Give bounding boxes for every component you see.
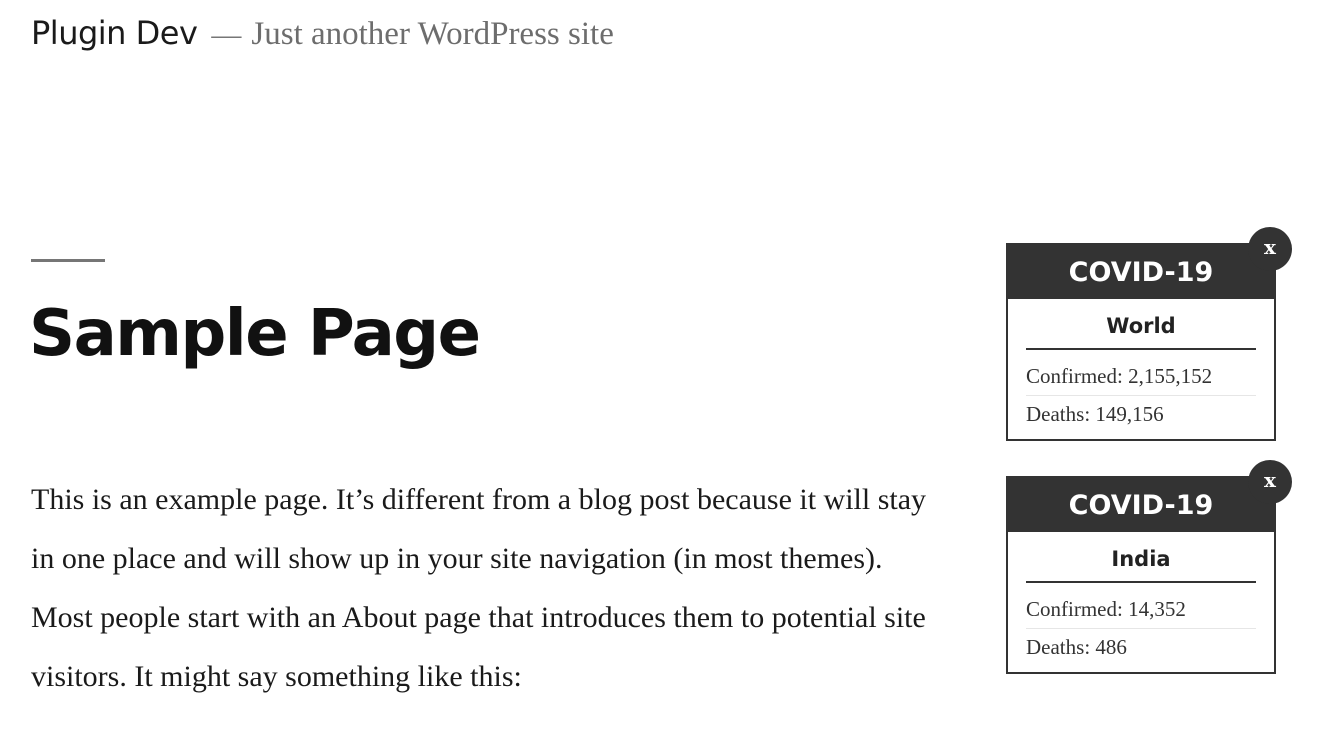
widget-region-title: World (1026, 299, 1256, 350)
title-divider (31, 259, 105, 262)
widget-body: India Confirmed: 14,352 Deaths: 486 (1008, 532, 1274, 672)
confirmed-count: Confirmed: 14,352 (1026, 591, 1256, 629)
widget-body: World Confirmed: 2,155,152 Deaths: 149,1… (1008, 299, 1274, 439)
page-content-paragraph: This is an example page. It’s different … (31, 483, 927, 693)
widget-header: COVID-19 (1008, 245, 1274, 299)
site-description: Just another WordPress site (251, 16, 614, 52)
site-title-separator: — (211, 18, 242, 51)
widget-region-title: India (1026, 532, 1256, 583)
covid-widget-india: COVID-19 India Confirmed: 14,352 Deaths:… (1006, 476, 1276, 674)
close-india-widget-button[interactable]: x (1248, 460, 1292, 504)
site-title-link[interactable]: Plugin Dev (31, 14, 198, 52)
deaths-count: Deaths: 149,156 (1026, 402, 1164, 426)
confirmed-count: Confirmed: 2,155,152 (1026, 358, 1256, 396)
page-title: Sample Page (29, 297, 481, 371)
deaths-count: Deaths: 486 (1026, 635, 1127, 659)
widget-header: COVID-19 (1008, 478, 1274, 532)
close-world-widget-button[interactable]: x (1248, 227, 1292, 271)
covid-widget-world: COVID-19 World Confirmed: 2,155,152 Deat… (1006, 243, 1276, 441)
site-header: Plugin Dev — Just another WordPress site (31, 14, 614, 53)
